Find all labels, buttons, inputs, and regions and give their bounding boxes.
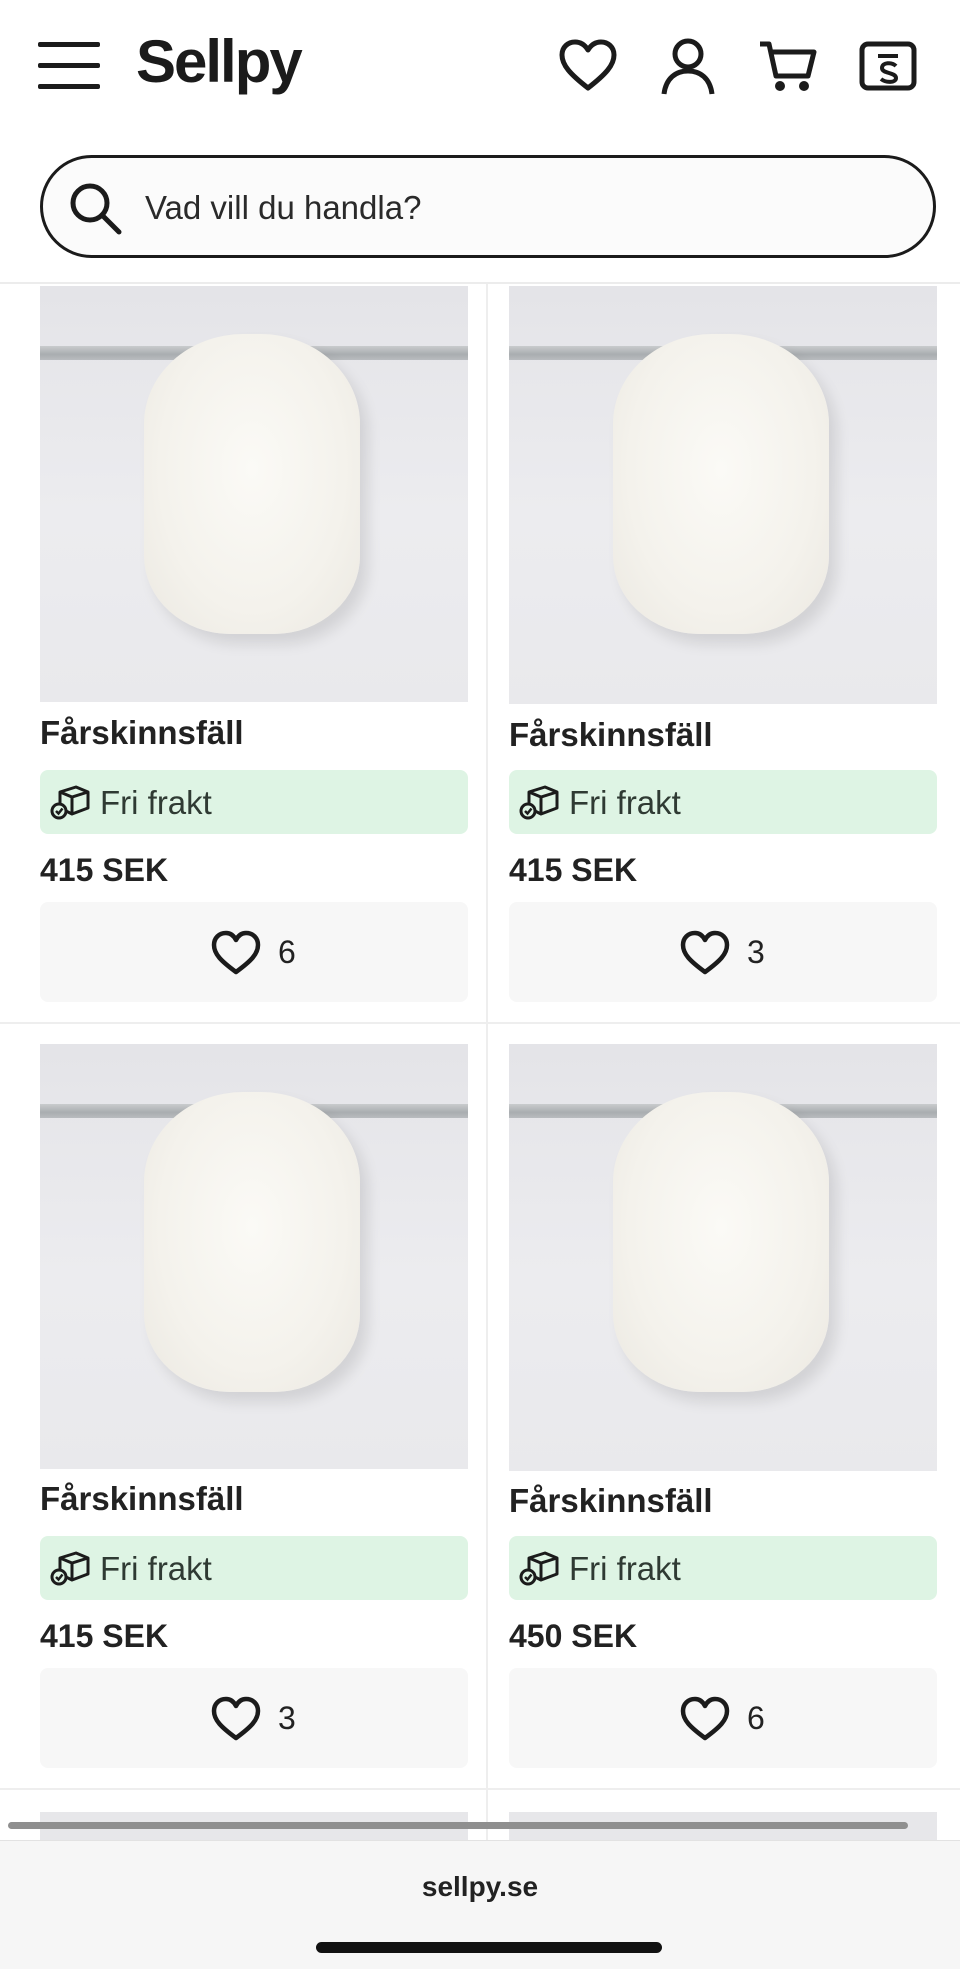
sheepskin-rug xyxy=(144,334,360,634)
product-price: 450 SEK xyxy=(509,1618,638,1654)
product-image[interactable] xyxy=(509,286,937,704)
horizontal-scrollbar[interactable] xyxy=(8,1822,908,1829)
search-icon xyxy=(70,183,122,235)
product-image[interactable] xyxy=(40,286,468,702)
search-bar[interactable] xyxy=(40,155,936,258)
site-header: Sellpy xyxy=(0,0,960,284)
heart-icon xyxy=(680,1696,730,1741)
free-shipping-badge: Fri frakt xyxy=(509,770,937,834)
product-title[interactable]: Fårskinnsfäll xyxy=(40,714,244,752)
sell-icon[interactable] xyxy=(856,34,920,98)
product-image[interactable] xyxy=(509,1044,937,1471)
shipping-label: Fri frakt xyxy=(100,1550,212,1587)
shipping-label: Fri frakt xyxy=(569,784,681,821)
delivery-box-icon xyxy=(50,1551,90,1586)
free-shipping-badge: Fri frakt xyxy=(40,770,468,834)
sheepskin-rug xyxy=(144,1092,360,1392)
delivery-box-icon xyxy=(519,1551,559,1586)
row-divider xyxy=(0,1788,960,1790)
favorite-button[interactable]: 6 xyxy=(40,902,468,1002)
heart-icon xyxy=(680,930,730,975)
like-count: 6 xyxy=(278,933,296,970)
browser-address-bar: sellpy.se xyxy=(0,1840,960,1969)
shipping-label: Fri frakt xyxy=(100,784,212,821)
favorite-button[interactable]: 6 xyxy=(509,1668,937,1768)
product-price: 415 SEK xyxy=(40,1618,169,1654)
favorite-button[interactable]: 3 xyxy=(40,1668,468,1768)
heart-icon[interactable] xyxy=(556,34,620,98)
favorite-button[interactable]: 3 xyxy=(509,902,937,1002)
row-divider xyxy=(0,1022,960,1024)
product-price: 415 SEK xyxy=(40,852,169,888)
like-count: 6 xyxy=(747,1699,765,1736)
product-grid: Fårskinnsfäll Fri frakt 415 SEK 6 Fårski… xyxy=(0,284,960,1840)
cart-icon[interactable] xyxy=(756,34,820,98)
product-image[interactable] xyxy=(40,1044,468,1469)
shipping-label: Fri frakt xyxy=(569,1550,681,1587)
heart-icon xyxy=(211,930,261,975)
menu-icon[interactable] xyxy=(38,40,100,90)
user-icon[interactable] xyxy=(656,34,720,98)
product-title[interactable]: Fårskinnsfäll xyxy=(40,1480,244,1518)
product-title[interactable]: Fårskinnsfäll xyxy=(509,716,713,754)
sellpy-logo[interactable]: Sellpy xyxy=(136,22,303,102)
heart-icon xyxy=(211,1696,261,1741)
product-price: 415 SEK xyxy=(509,852,638,888)
url-label[interactable]: sellpy.se xyxy=(0,1871,960,1903)
search-input[interactable] xyxy=(143,158,907,257)
like-count: 3 xyxy=(747,933,765,970)
free-shipping-badge: Fri frakt xyxy=(40,1536,468,1600)
delivery-box-icon xyxy=(519,785,559,820)
like-count: 3 xyxy=(278,1699,296,1736)
sheepskin-rug xyxy=(613,1092,829,1392)
sheepskin-rug xyxy=(613,334,829,634)
home-indicator[interactable] xyxy=(316,1942,662,1953)
free-shipping-badge: Fri frakt xyxy=(509,1536,937,1600)
product-title[interactable]: Fårskinnsfäll xyxy=(509,1482,713,1520)
grid-divider xyxy=(486,284,488,1840)
delivery-box-icon xyxy=(50,785,90,820)
